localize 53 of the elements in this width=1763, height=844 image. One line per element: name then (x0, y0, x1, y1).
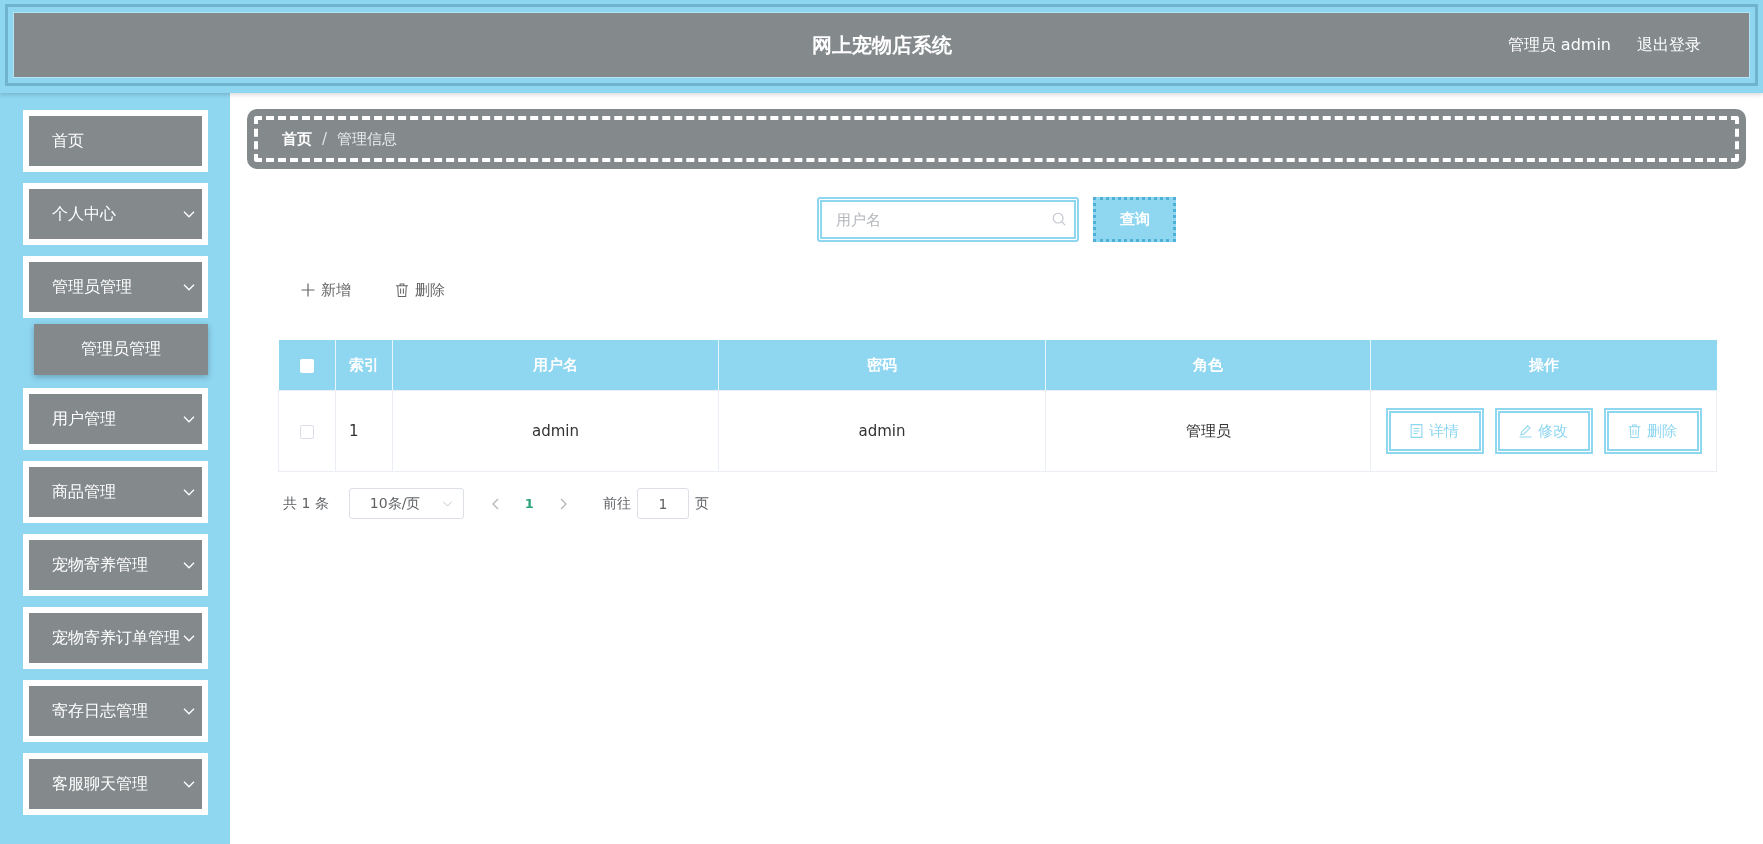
submenu-item[interactable]: 管理员管理 (34, 324, 208, 375)
pen-icon (1519, 424, 1532, 438)
page-size-select[interactable]: 10条/页 (348, 488, 464, 519)
chevron-left-icon[interactable] (491, 497, 499, 510)
plus-icon (301, 283, 315, 297)
breadcrumb-current: 管理信息 (337, 129, 398, 149)
sidebar-item[interactable]: 寄存日志管理 (23, 680, 208, 742)
sidebar-item[interactable]: 宠物寄养管理 (23, 534, 208, 596)
chevron-down-icon (441, 500, 453, 507)
column-header: 操作 (1370, 340, 1717, 391)
sidebar-item[interactable]: 用户管理 (23, 388, 208, 450)
chevron-down-icon (183, 707, 195, 715)
sidebar-item[interactable]: 商品管理 (23, 461, 208, 523)
page-input[interactable]: 1 (636, 488, 689, 519)
table-cell: admin (392, 390, 719, 472)
trash-icon (1628, 424, 1641, 438)
table-cell: 管理员 (1045, 390, 1371, 472)
sidebar-item[interactable]: 首页 (23, 110, 208, 172)
goto-label: 前往 (602, 494, 631, 513)
chevron-right-icon[interactable] (559, 497, 567, 510)
chevron-down-icon (183, 488, 195, 496)
logout-link[interactable]: 退出登录 (1637, 34, 1701, 56)
select-all-checkbox[interactable] (299, 358, 314, 373)
trash-icon (395, 283, 409, 297)
sidebar-item[interactable]: 宠物寄养订单管理 (23, 607, 208, 669)
pagination-total: 共 1 条 (283, 494, 329, 513)
delete-button[interactable]: 删除 (395, 280, 445, 300)
chevron-down-icon (183, 415, 195, 423)
add-button[interactable]: 新增 (301, 280, 351, 300)
page-number[interactable]: 1 (524, 496, 534, 511)
app-title: 网上宠物店系统 (811, 31, 952, 59)
user-label: 管理员 admin (1507, 34, 1611, 56)
table-cell: admin (718, 390, 1046, 472)
chevron-down-icon (183, 561, 195, 569)
chevron-down-icon (183, 283, 195, 291)
column-header: 用户名 (392, 340, 719, 391)
chevron-down-icon (183, 210, 195, 218)
chevron-down-icon (183, 634, 195, 642)
column-header: 索引 (335, 340, 393, 391)
search-field[interactable]: 用户名 (817, 197, 1079, 242)
row-checkbox[interactable] (300, 424, 314, 439)
breadcrumb-link[interactable]: 首页 (282, 129, 312, 149)
sidebar-item[interactable]: 客服聊天管理 (23, 753, 208, 815)
table-cell: 1 (335, 390, 393, 472)
page-suffix: 页 (694, 494, 709, 513)
search-icon (1052, 212, 1066, 226)
sidebar-item[interactable]: 个人中心 (23, 183, 208, 245)
column-header: 角色 (1045, 340, 1371, 391)
chevron-down-icon (183, 780, 195, 788)
column-header: 密码 (718, 340, 1046, 391)
document-icon (1410, 424, 1423, 438)
sidebar-item[interactable]: 管理员管理 (23, 256, 208, 318)
breadcrumb-separator: / (322, 130, 328, 148)
